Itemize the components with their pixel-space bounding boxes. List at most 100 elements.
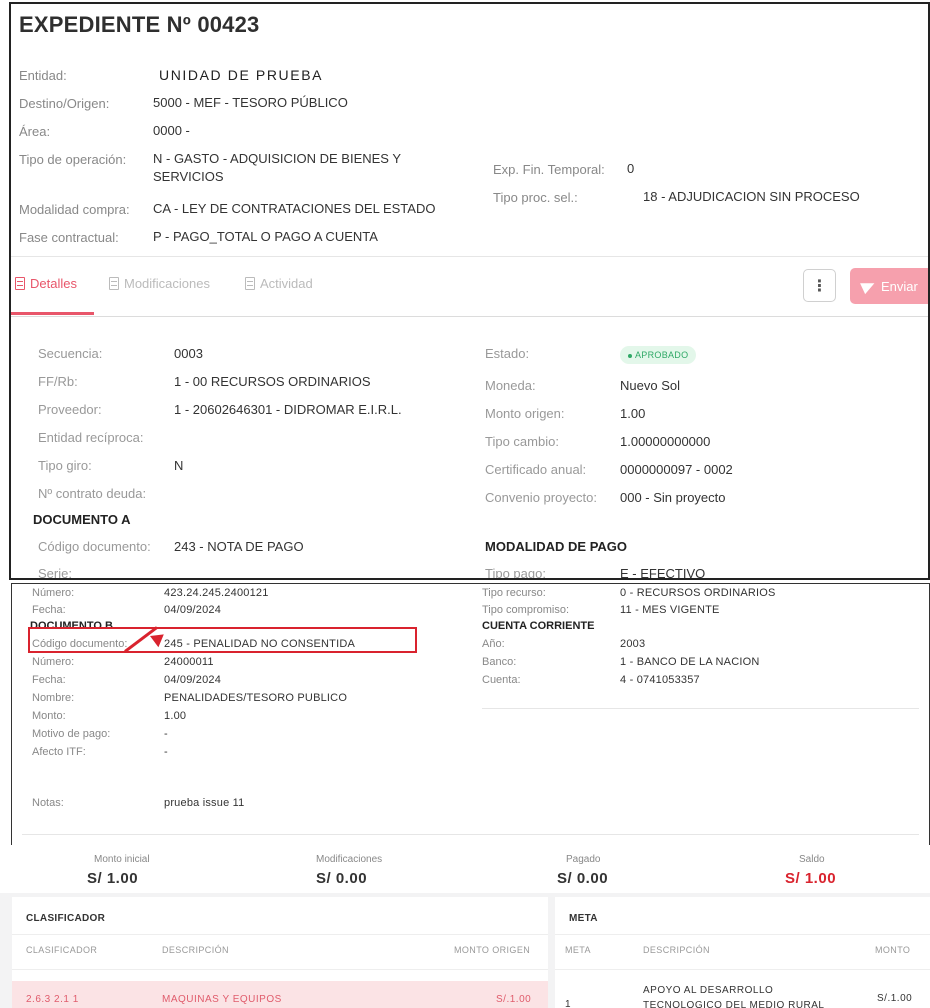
send-button[interactable]: Enviar [850, 268, 928, 304]
proveedor-value: 1 - 20602646301 - DIDROMAR E.I.R.L. [174, 402, 402, 417]
anio-label: Año: [482, 638, 505, 650]
monto-label: Monto: [32, 710, 66, 722]
saldo-label: Saldo [799, 854, 825, 865]
cuenta-value: 4 - 0741053357 [620, 674, 700, 686]
entidad-label: Entidad: [19, 68, 67, 83]
document-icon [15, 277, 25, 290]
numero-a-label: Número: [32, 587, 75, 599]
tab-label: Modificaciones [124, 276, 210, 291]
destino-label: Destino/Origen: [19, 96, 110, 111]
tipo-cambio-value: 1.00000000000 [620, 434, 711, 449]
table-row[interactable]: 2.6.3 2.1 1 MAQUINAS Y EQUIPOS S/.1.00 [12, 981, 548, 1008]
pagado-value: S/ 0.00 [557, 870, 609, 887]
divider [12, 969, 548, 970]
send-icon [860, 277, 877, 295]
banco-label: Banco: [482, 656, 517, 668]
moneda-value: Nuevo Sol [620, 378, 680, 393]
column-header-clasificador: CLASIFICADOR [26, 945, 98, 955]
clasificador-title: CLASIFICADOR [26, 913, 106, 924]
banco-value: 1 - BANCO DE LA NACION [620, 656, 760, 668]
moneda-label: Moneda: [485, 378, 536, 393]
fase-contractual-value: P - PAGO_TOTAL O PAGO A CUENTA [153, 229, 378, 244]
column-header-descripcion: DESCRIPCIÓN [162, 945, 229, 955]
area-label: Área: [19, 124, 51, 139]
more-options-button[interactable]: ⋮ [803, 269, 836, 302]
secuencia-value: 0003 [174, 346, 203, 361]
numero-b-label: Número: [32, 656, 75, 668]
tipo-pago-value: E - EFECTIVO [620, 566, 706, 580]
divider [555, 934, 930, 935]
active-tab-indicator [11, 312, 94, 315]
numero-b-value: 24000011 [164, 656, 214, 668]
cuenta-corriente-heading: CUENTA CORRIENTE [482, 620, 595, 632]
tipo-compromiso-label: Tipo compromiso: [482, 604, 570, 616]
tab-actividad[interactable]: Actividad [245, 276, 313, 291]
column-header-meta: META [565, 945, 591, 955]
monto-origen-label: Monto origen: [485, 406, 565, 421]
tab-detalles[interactable]: Detalles [15, 276, 77, 291]
send-button-label: Enviar [881, 278, 918, 294]
clasificador-card: CLASIFICADOR CLASIFICADOR DESCRIPCIÓN MO… [12, 897, 548, 1008]
status-badge-text: APROBADO [635, 350, 689, 360]
destino-value: 5000 - MEF - TESORO PÚBLICO [153, 95, 348, 110]
convenio-proyecto-label: Convenio proyecto: [485, 490, 598, 505]
exp-fin-temporal-value: 0 [627, 161, 635, 176]
motivo-pago-value: - [164, 728, 168, 740]
modalidad-pago-heading: MODALIDAD DE PAGO [485, 539, 628, 554]
column-header-descripcion: DESCRIPCIÓN [643, 945, 710, 955]
table-row[interactable]: 1 APOYO AL DESARROLLO TECNOLOGICO DEL ME… [555, 981, 930, 1008]
estado-label: Estado: [485, 346, 530, 361]
tipo-pago-label: Tipo pago: [485, 566, 546, 580]
monto-inicial-value: S/ 1.00 [87, 870, 139, 887]
details-section: Secuencia: 0003 FF/Rb: 1 - 00 RECURSOS O… [18, 326, 928, 580]
fecha-a-label: Fecha: [32, 604, 66, 616]
fecha-a-value: 04/09/2024 [164, 604, 222, 616]
entidad-reciproca-label: Entidad recíproca: [38, 430, 144, 445]
descripcion-line2-cell: TECNOLOGICO DEL MEDIO RURAL [643, 1000, 825, 1008]
certificado-anual-value: 0000000097 - 0002 [620, 462, 733, 477]
tipo-operacion-label: Tipo de operación: [19, 152, 127, 167]
tab-modificaciones[interactable]: Modificaciones [109, 276, 210, 291]
modificaciones-value: S/ 0.00 [316, 870, 368, 887]
descripcion-cell: MAQUINAS Y EQUIPOS [162, 994, 282, 1005]
divider [11, 316, 928, 317]
monto-cell: S/.1.00 [877, 993, 913, 1004]
ffrb-value: 1 - 00 RECURSOS ORDINARIOS [174, 374, 371, 389]
notas-label: Notas: [32, 797, 64, 809]
convenio-proyecto-value: 000 - Sin proyecto [620, 490, 726, 505]
cuenta-label: Cuenta: [482, 674, 521, 686]
kebab-menu-icon: ⋮ [811, 277, 828, 295]
proveedor-label: Proveedor: [38, 402, 102, 417]
secuencia-label: Secuencia: [38, 346, 103, 361]
tipo-proc-sel-value: 18 - ADJUDICACION SIN PROCESO [643, 189, 860, 204]
divider [11, 256, 928, 257]
status-badge: APROBADO [620, 346, 697, 364]
descripcion-line1-cell: APOYO AL DESARROLLO [643, 985, 774, 996]
tipo-giro-value: N [174, 458, 184, 473]
contrato-deuda-label: Nº contrato deuda: [38, 486, 147, 501]
nombre-label: Nombre: [32, 692, 75, 704]
document-icon [109, 277, 119, 290]
meta-card: META META DESCRIPCIÓN MONTO 1 APOYO AL D… [555, 897, 930, 1008]
entidad-value: UNIDAD DE PRUEBA [159, 67, 324, 83]
summary-bar: Monto inicial S/ 1.00 Modificaciones S/ … [0, 845, 930, 895]
fecha-b-value: 04/09/2024 [164, 674, 222, 686]
ffrb-label: FF/Rb: [38, 374, 78, 389]
tipo-giro-label: Tipo giro: [38, 458, 92, 473]
fecha-b-label: Fecha: [32, 674, 66, 686]
tipo-cambio-label: Tipo cambio: [485, 434, 559, 449]
status-dot-icon [628, 353, 632, 358]
monto-origen-value: 1.00 [620, 406, 646, 421]
tipo-proc-sel-label: Tipo proc. sel.: [493, 190, 578, 205]
divider [22, 834, 919, 835]
column-header-monto: MONTO [875, 945, 911, 955]
meta-title: META [569, 913, 598, 924]
serie-label: Serie: [38, 566, 72, 580]
saldo-value: S/ 1.00 [785, 870, 837, 887]
nombre-value: PENALIDADES/TESORO PUBLICO [164, 692, 348, 704]
modalidad-compra-value: CA - LEY DE CONTRATACIONES DEL ESTADO [153, 201, 436, 216]
notas-value: prueba issue 11 [164, 797, 245, 809]
column-header-monto-origen: MONTO ORIGEN [454, 945, 531, 955]
tipo-recurso-label: Tipo recurso: [482, 587, 546, 599]
tab-label: Actividad [260, 276, 313, 291]
